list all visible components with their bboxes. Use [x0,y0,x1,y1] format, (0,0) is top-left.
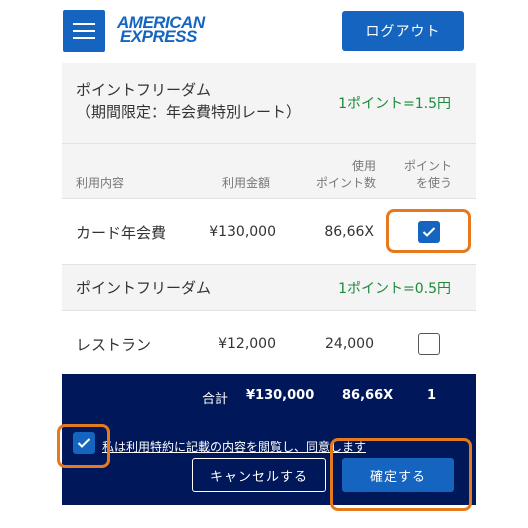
menu-icon-bar [73,30,95,32]
highlight-annual-fee-checkbox [386,209,471,253]
column-header-use-points: ポイント を使う [404,158,452,192]
logout-button[interactable]: ログアウト [342,11,464,51]
section-rate: 1ポイント=1.5円 [338,96,451,112]
row-points: 86,66X [324,224,374,240]
total-points: 86,66X [342,388,394,403]
section-title: ポイントフリーダム （期間限定：年会費特別レート） [76,79,301,123]
total-count: 1 [427,388,437,403]
section-title-line2: （期間限定：年会費特別レート） [76,103,302,121]
column-header-points: 使用 ポイント数 [316,158,376,192]
column-header-points-line2: ポイント数 [315,176,376,190]
section-title-line1: ポイントフリーダム [76,81,212,99]
column-header-item: 利用内容 [76,176,125,190]
total-amount: ¥130,000 [246,388,315,403]
section-title: ポイントフリーダム [76,279,212,297]
row-amount: ¥12,000 [218,336,276,352]
column-header-use-line2: を使う [415,176,452,190]
column-header-use-line1: ポイント [403,159,452,173]
section-header-standard-rate: ポイントフリーダム 1ポイント=0.5円 [62,264,476,310]
menu-icon-bar [73,37,95,39]
table-header: 利用内容 利用金額 使用 ポイント数 ポイント を使う [62,143,476,198]
row-amount: ¥130,000 [209,224,276,240]
column-header-points-line1: 使用 [351,159,376,173]
table-row: レストラン ¥12,000 24,000 [62,310,476,376]
cancel-button[interactable]: キャンセルする [192,458,326,492]
header: AMERICAN EXPRESS ログアウト [0,0,528,62]
row-item: カード年会費 [76,223,167,242]
american-express-logo[interactable]: AMERICAN EXPRESS [117,14,212,46]
column-header-amount: 利用金額 [222,176,271,190]
use-points-checkbox-restaurant[interactable] [418,333,440,355]
section-header-annual-fee-rate: ポイントフリーダム （期間限定：年会費特別レート） 1ポイント=1.5円 [62,63,476,143]
menu-icon [73,23,95,25]
hamburger-menu-button[interactable] [63,10,105,52]
row-item: レストラン [76,335,152,354]
highlight-confirm-button [330,438,472,511]
highlight-agree-checkbox [57,424,110,468]
logo-line2: EXPRESS [120,27,197,46]
section-rate: 1ポイント=0.5円 [338,281,451,297]
total-label: 合計 [202,392,229,407]
terms-agreement-link[interactable]: 私は利用特約に記載の内容を閲覧し、同意します [102,438,366,455]
row-points: 24,000 [325,336,374,352]
